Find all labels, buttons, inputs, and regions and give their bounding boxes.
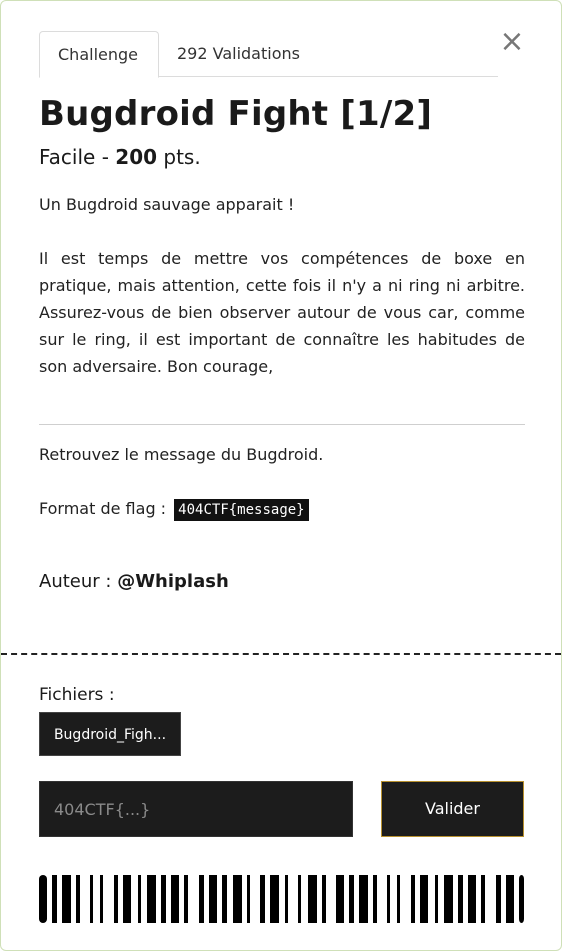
barcode-bar (171, 875, 179, 923)
barcode-bar (76, 875, 80, 923)
barcode-bar (285, 875, 288, 923)
barcode-bar (260, 875, 265, 923)
description-paragraph: Un Bugdroid sauvage apparait ! (39, 195, 295, 214)
flag-input[interactable] (39, 781, 353, 837)
points-value: 200 (115, 145, 158, 169)
author-label: Auteur : (39, 571, 112, 592)
file-download-button[interactable]: Bugdroid_Figh... (39, 712, 181, 756)
subtitle-separator: - (95, 145, 116, 169)
barcode-bar (444, 875, 453, 923)
challenge-description: Un Bugdroid sauvage apparait ! Il est te… (39, 191, 525, 380)
barcode-bar (298, 875, 301, 923)
barcode-bar (270, 875, 279, 923)
tab-validations[interactable]: 292 Validations (159, 31, 318, 76)
barcode-bar (147, 875, 156, 923)
ticket-perforation (1, 653, 561, 655)
tab-bar: Challenge 292 Validations (39, 31, 498, 78)
barcode-bar (308, 875, 317, 923)
barcode-bar (52, 875, 57, 923)
barcode-bar (411, 875, 415, 923)
barcode-graphic (39, 875, 524, 923)
barcode-bar (138, 875, 141, 923)
barcode-bar (123, 875, 131, 923)
barcode-bar (481, 875, 485, 923)
author-name: @Whiplash (117, 571, 229, 592)
barcode-bar (458, 875, 463, 923)
barcode-bar (247, 875, 250, 923)
close-icon[interactable]: × (499, 27, 525, 57)
flag-format-code: 404CTF{message} (174, 499, 309, 521)
barcode-bar (209, 875, 217, 923)
barcode-bar (496, 875, 501, 923)
barcode-bar (114, 875, 118, 923)
barcode-bar (322, 875, 326, 923)
barcode-bar (184, 875, 188, 923)
description-paragraph: Il est temps de mettre vos compétences d… (39, 249, 525, 376)
flag-format-line: Format de flag : 404CTF{message} (39, 499, 309, 521)
barcode-bar (62, 875, 71, 923)
points-suffix: pts. (157, 145, 201, 169)
barcode-bar (373, 875, 377, 923)
flag-format-label: Format de flag : (39, 499, 167, 518)
challenge-title: Bugdroid Fight [1/2] (39, 94, 433, 134)
submit-button[interactable]: Valider (381, 781, 524, 837)
barcode-bar (199, 875, 204, 923)
barcode-bar (222, 875, 227, 923)
challenge-subtitle: Facile - 200 pts. (39, 145, 201, 169)
barcode-bar (435, 875, 438, 923)
barcode-bar (387, 875, 390, 923)
objective-text: Retrouvez le message du Bugdroid. (39, 445, 324, 464)
barcode-bar (420, 875, 428, 923)
barcode-bar (233, 875, 242, 923)
barcode-bar (519, 875, 524, 923)
barcode-bar (468, 875, 476, 923)
barcode-bar (336, 875, 344, 923)
barcode-bar (397, 875, 400, 923)
barcode-bar (100, 875, 103, 923)
tab-challenge[interactable]: Challenge (39, 31, 159, 78)
barcode-bar (39, 875, 47, 923)
barcode-bar (161, 875, 166, 923)
challenge-modal: Challenge 292 Validations × Bugdroid Fig… (0, 0, 562, 951)
difficulty-label: Facile (39, 145, 96, 169)
barcode-bar (349, 875, 354, 923)
barcode-bar (506, 875, 514, 923)
barcode-bar (90, 875, 93, 923)
author-line: Auteur : @Whiplash (39, 571, 229, 592)
divider (39, 424, 525, 425)
barcode-bar (359, 875, 368, 923)
files-label: Fichiers : (39, 685, 115, 705)
